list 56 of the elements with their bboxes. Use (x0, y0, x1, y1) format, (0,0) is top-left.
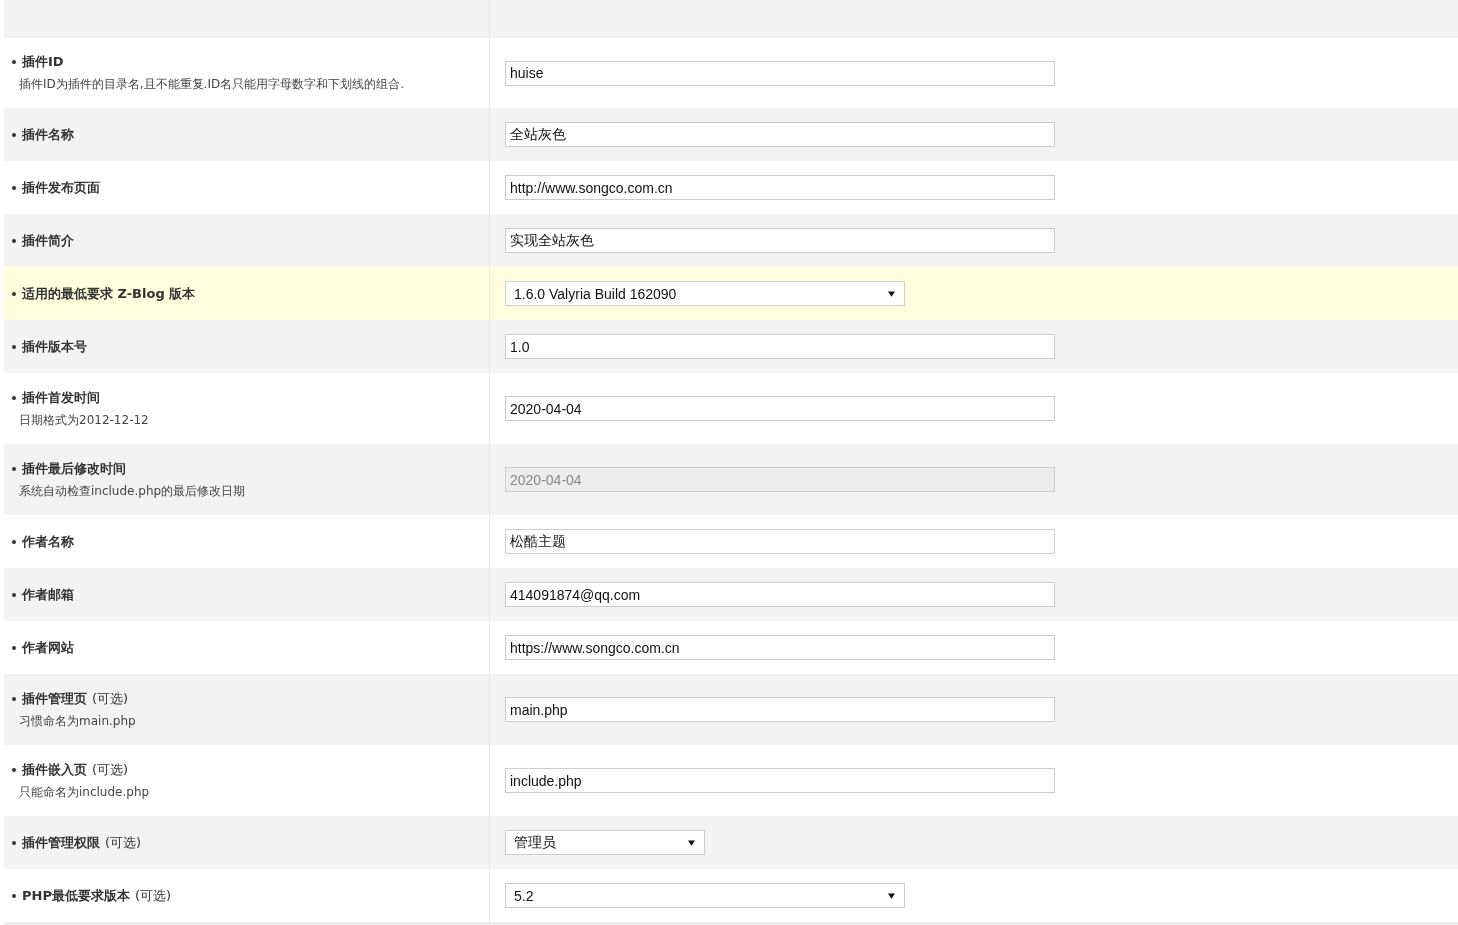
field-label: 插件最后修改时间 (22, 459, 126, 478)
field-label: PHP最低要求版本 (22, 886, 130, 905)
field-label: 插件简介 (22, 231, 74, 250)
field-label: 插件管理权限 (22, 833, 100, 852)
bullet-icon (12, 60, 16, 64)
field-label: 插件首发时间 (22, 388, 100, 407)
text-input-field[interactable]: https://www.songco.com.cn (505, 635, 1055, 660)
field-label: 插件名称 (22, 125, 74, 144)
field-hint: 插件ID为插件的目录名,且不能重复.ID名只能用字母数字和下划线的组合. (18, 76, 405, 93)
bullet-icon (12, 592, 16, 597)
field-label: 插件版本号 (22, 337, 87, 356)
bullet-icon (12, 767, 16, 772)
text-input-field[interactable]: 2020-04-04 (505, 396, 1055, 421)
bullet-icon (12, 344, 16, 349)
text-input-field[interactable]: 全站灰色 (505, 122, 1055, 147)
bullet-icon (12, 539, 16, 544)
optional-note: (可选) (134, 886, 172, 905)
bullet-icon (12, 185, 16, 190)
dropdown-select[interactable]: 1.6.0 Valyria Build 162090 (505, 281, 905, 306)
field-hint: 只能命名为include.php (18, 783, 151, 801)
field-label: 插件管理页 (22, 689, 87, 708)
optional-note: (可选) (92, 689, 129, 708)
bullet-icon (12, 893, 16, 898)
field-hint: 日期格式为2012-12-12 (18, 411, 150, 429)
text-input-field[interactable]: 松酷主题 (505, 529, 1055, 554)
field-hint: 系统自动检查include.php的最后修改日期 (18, 482, 247, 500)
caret-icon (888, 892, 895, 899)
field-hint: 习惯命名为main.php (18, 712, 137, 730)
field-label: 作者网站 (22, 638, 74, 657)
field-label: 适用的最低要求 Z-Blog 版本 (22, 284, 196, 303)
bullet-icon (12, 291, 16, 296)
bullet-icon (12, 395, 16, 400)
bullet-icon (12, 645, 16, 650)
field-label: 插件嵌入页 (22, 760, 87, 779)
optional-note: (可选) (92, 760, 129, 779)
text-input-field[interactable]: main.php (505, 697, 1055, 722)
text-input-field[interactable]: http://www.songco.com.cn (505, 175, 1055, 200)
text-input-field[interactable]: 414091874@qq.com (505, 582, 1055, 607)
bullet-icon (12, 132, 16, 137)
field-label: 插件发布页面 (22, 178, 100, 197)
text-input-field[interactable]: include.php (505, 768, 1055, 793)
bullet-icon (12, 238, 16, 243)
caret-icon (888, 290, 895, 297)
text-input-field[interactable]: 1.0 (505, 334, 1055, 359)
optional-note: (可选) (105, 833, 142, 852)
caret-icon (688, 839, 695, 846)
dropdown-select[interactable]: 管理员 (505, 830, 705, 855)
field-label: 作者邮箱 (22, 585, 74, 604)
bullet-icon (12, 696, 16, 701)
bullet-icon (12, 466, 16, 471)
dropdown-select[interactable]: 5.2 (505, 883, 905, 908)
field-label: 作者名称 (22, 532, 74, 551)
bullet-icon (12, 840, 16, 845)
text-input-field[interactable]: huise (505, 60, 1055, 86)
field-label: 插件ID (22, 53, 64, 71)
text-input-field[interactable]: 实现全站灰色 (505, 228, 1055, 253)
